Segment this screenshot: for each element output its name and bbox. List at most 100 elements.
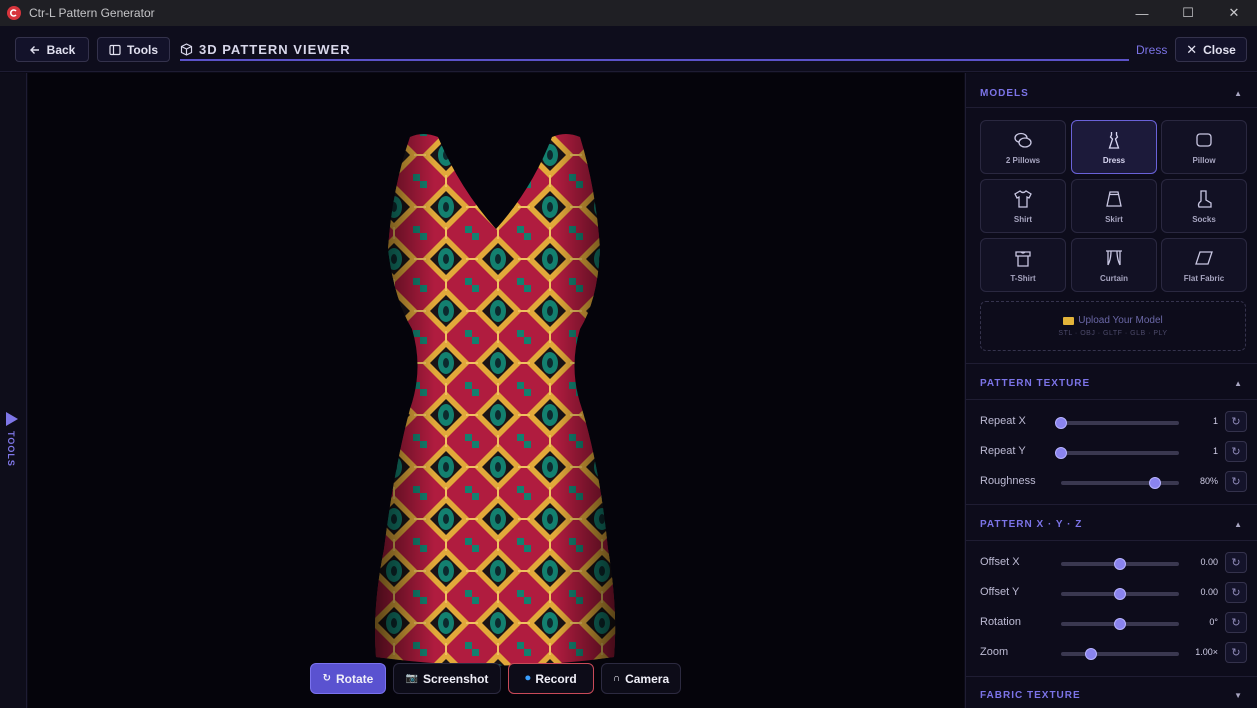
- cube-icon: [180, 42, 193, 56]
- control-label: Rotation: [980, 616, 1021, 628]
- maximize-button[interactable]: ☐: [1165, 0, 1211, 26]
- offset-x-slider[interactable]: [1061, 558, 1179, 570]
- control-label: Repeat Y: [980, 445, 1026, 457]
- model-curtain[interactable]: Curtain: [1071, 238, 1157, 292]
- pillows-icon: [1014, 132, 1032, 148]
- camera-button[interactable]: ∩ Camera: [601, 663, 681, 694]
- reset-icon[interactable]: ↻: [1225, 471, 1247, 492]
- offset-x-control: Offset X 0.00 ↻: [966, 552, 1257, 574]
- expand-tools-icon[interactable]: [6, 412, 18, 426]
- reset-icon[interactable]: ↻: [1225, 552, 1247, 573]
- slider-thumb[interactable]: [1055, 447, 1067, 459]
- control-label: Repeat X: [980, 415, 1026, 427]
- tools-strip[interactable]: TOOLS: [0, 73, 27, 708]
- rotate-button[interactable]: ↻ Rotate: [310, 663, 386, 694]
- repeat-y-slider[interactable]: [1055, 447, 1179, 459]
- models-section-title: MODELS: [980, 87, 1029, 99]
- dress-icon: [1108, 131, 1120, 149]
- zoom-slider[interactable]: [1061, 648, 1179, 660]
- rotation-slider[interactable]: [1061, 618, 1179, 630]
- reset-icon[interactable]: ↻: [1225, 582, 1247, 603]
- camera-button-label: Camera: [625, 671, 670, 686]
- window-title: Ctr-L Pattern Generator: [29, 6, 155, 20]
- model-2-pillows[interactable]: 2 Pillows: [980, 120, 1066, 174]
- model-label: Skirt: [1105, 214, 1123, 224]
- record-icon: ⏺: [525, 673, 531, 684]
- control-value: 1: [1212, 416, 1218, 426]
- model-label: Dress: [1102, 155, 1126, 165]
- control-value: 1.00×: [1195, 647, 1218, 657]
- close-icon: ✕: [1186, 41, 1198, 57]
- control-value: 0°: [1209, 617, 1218, 627]
- camera-arc-icon: ∩: [612, 673, 621, 684]
- collapse-caret-icon: ▲: [1234, 378, 1242, 388]
- record-button-label: Record: [535, 671, 577, 686]
- rotate-icon: ↻: [322, 673, 332, 684]
- slider-thumb[interactable]: [1055, 417, 1067, 429]
- reset-icon[interactable]: ↻: [1225, 441, 1247, 462]
- model-flat-fabric[interactable]: Flat Fabric: [1161, 238, 1247, 292]
- models-section-header[interactable]: MODELS ▲: [966, 76, 1257, 110]
- reset-icon[interactable]: ↻: [1225, 411, 1247, 432]
- slider-thumb[interactable]: [1114, 618, 1126, 630]
- model-label: Flat Fabric: [1183, 273, 1225, 283]
- current-model-label: Dress: [1136, 43, 1168, 57]
- screenshot-button-label: Screenshot: [423, 671, 489, 686]
- tshirt-icon: [1015, 250, 1031, 267]
- curtain-icon: [1106, 249, 1122, 265]
- control-label: Zoom: [980, 646, 1009, 658]
- reset-icon[interactable]: ↻: [1225, 642, 1247, 663]
- slider-thumb[interactable]: [1114, 558, 1126, 570]
- model-socks[interactable]: Socks: [1161, 179, 1247, 233]
- flat-fabric-icon: [1195, 250, 1213, 265]
- model-label: Shirt: [1013, 214, 1033, 224]
- slider-thumb[interactable]: [1114, 588, 1126, 600]
- pattern-xyz-title: PATTERN X · Y · Z: [980, 518, 1083, 530]
- fabric-texture-section-header[interactable]: FABRIC TEXTURE ▼: [966, 678, 1257, 708]
- model-label: Curtain: [1100, 273, 1128, 283]
- 3d-viewport[interactable]: ↻ Rotate 📷 Screenshot ⏺ Record ∩ Camera: [28, 73, 964, 708]
- model-tshirt[interactable]: T-Shirt: [980, 238, 1066, 292]
- back-button[interactable]: Back: [15, 37, 89, 62]
- model-label: Socks: [1192, 214, 1216, 224]
- model-shirt[interactable]: Shirt: [980, 179, 1066, 233]
- pattern-texture-section-header[interactable]: PATTERN TEXTURE ▲: [966, 366, 1257, 400]
- pattern-xyz-section-header[interactable]: PATTERN X · Y · Z ▲: [966, 507, 1257, 541]
- tools-button-label: Tools: [126, 42, 159, 57]
- upload-formats: STL · OBJ · GLTF · GLB · PLY: [1058, 330, 1168, 337]
- sidebar-panel-icon: [109, 44, 121, 55]
- pillow-icon: [1196, 132, 1212, 147]
- arrow-left-icon: [29, 45, 39, 54]
- repeat-x-slider[interactable]: [1055, 417, 1179, 429]
- app-logo-icon: [7, 6, 21, 20]
- close-button-label: Close: [1203, 42, 1236, 57]
- minimize-button[interactable]: —: [1119, 0, 1165, 26]
- roughness-slider[interactable]: [1061, 477, 1179, 489]
- expand-caret-icon: ▼: [1234, 690, 1242, 700]
- close-viewer-button[interactable]: ✕ Close: [1175, 37, 1247, 62]
- control-label: Offset Y: [980, 586, 1020, 598]
- offset-y-slider[interactable]: [1061, 588, 1179, 600]
- properties-panel: MODELS ▲ 2 Pillows Dress Pillow Shirt Sk…: [965, 73, 1257, 708]
- control-value: 0.00: [1200, 587, 1218, 597]
- model-skirt[interactable]: Skirt: [1071, 179, 1157, 233]
- camera-icon: 📷: [405, 673, 419, 684]
- reset-icon[interactable]: ↻: [1225, 612, 1247, 633]
- repeat-y-control: Repeat Y 1 ↻: [966, 441, 1257, 463]
- offset-y-control: Offset Y 0.00 ↻: [966, 582, 1257, 604]
- model-pillow[interactable]: Pillow: [1161, 120, 1247, 174]
- upload-label: Upload Your Model: [1078, 315, 1163, 326]
- page-title-bar: 3D PATTERN VIEWER: [180, 39, 1129, 61]
- screenshot-button[interactable]: 📷 Screenshot: [393, 663, 501, 694]
- upload-model-dropzone[interactable]: Upload Your Model STL · OBJ · GLTF · GLB…: [980, 301, 1246, 351]
- slider-thumb[interactable]: [1084, 648, 1097, 660]
- shirt-icon: [1014, 189, 1032, 208]
- record-button[interactable]: ⏺ Record: [508, 663, 594, 694]
- rotation-control: Rotation 0° ↻: [966, 612, 1257, 634]
- skirt-icon: [1106, 190, 1122, 207]
- window-close-button[interactable]: ✕: [1211, 0, 1257, 26]
- roughness-control: Roughness 80% ↻: [966, 471, 1257, 493]
- model-dress[interactable]: Dress: [1071, 120, 1157, 174]
- tools-button[interactable]: Tools: [97, 37, 170, 62]
- slider-thumb[interactable]: [1149, 477, 1162, 489]
